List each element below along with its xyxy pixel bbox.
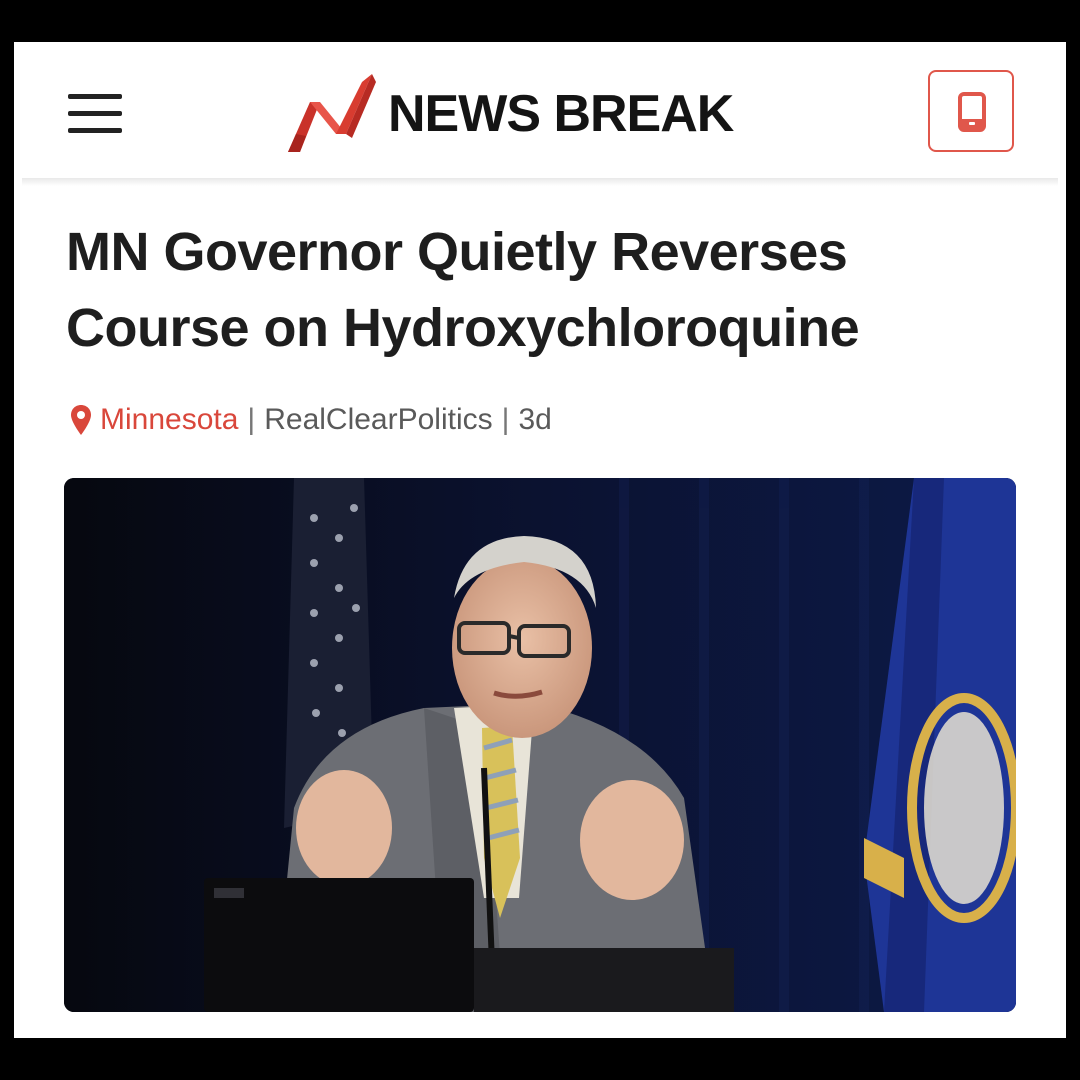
article-age: 3d [518,403,552,436]
article-meta: Minnesota | RealClearPolitics | 3d [70,400,552,440]
meta-separator: | [501,403,510,436]
brand-name: NEWS BREAK [388,85,734,143]
location-link[interactable]: Minnesota [70,403,238,437]
meta-separator: | [247,403,256,436]
article-title-line-2: Course on Hydroxychloroquine [66,298,860,358]
article-title: MN Governor Quietly Reverses Course on H… [66,214,1026,366]
hamburger-menu-icon[interactable] [68,92,124,136]
article-photo[interactable] [64,478,1016,1012]
news-page: NEWS BREAK MN Governor Quietly Reverses … [14,42,1066,1038]
header-divider [22,178,1058,186]
top-app-bar: NEWS BREAK [14,42,1066,180]
governor-speaking-at-podium-photo [64,478,1016,1012]
location-label: Minnesota [100,403,239,436]
open-app-button[interactable] [928,70,1014,152]
mobile-phone-icon [958,92,986,132]
article-title-line-1: MN Governor Quietly Reverses [66,222,848,282]
location-pin-icon [71,405,91,435]
news-break-logo[interactable]: NEWS BREAK [286,72,786,152]
news-break-logo-icon [288,74,376,152]
source-link[interactable]: RealClearPolitics [264,403,492,437]
